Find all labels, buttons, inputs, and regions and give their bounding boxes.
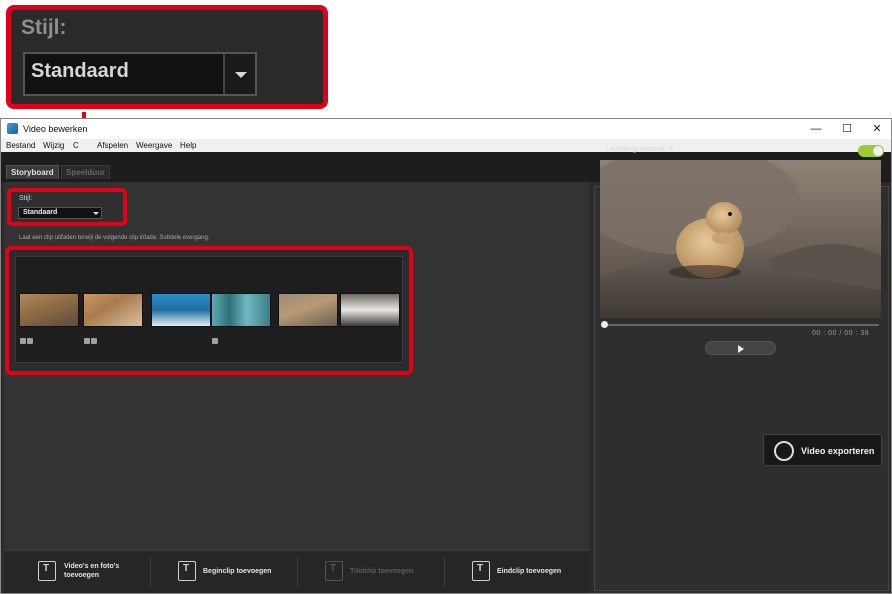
add-start-clip-button[interactable]: Beginclip toevoegen	[151, 551, 297, 593]
time-separator: /	[839, 330, 842, 337]
clip-thumbnail[interactable]	[278, 293, 338, 327]
clip-thumbnail[interactable]	[340, 293, 400, 327]
tab-speelduur[interactable]: Speelduur	[61, 165, 111, 179]
app-icon	[7, 123, 18, 134]
add-end-clip-label: Eindclip toevoegen	[497, 568, 562, 575]
seek-bar[interactable]	[604, 324, 879, 326]
film-icon	[84, 338, 90, 344]
clip-icons	[84, 331, 98, 344]
clip-icons	[212, 331, 219, 344]
time-current: 00 : 00	[812, 330, 837, 337]
clip-thumbnail[interactable]	[83, 293, 143, 327]
chevron-down-icon[interactable]	[93, 212, 99, 215]
transition-description: Laat een clip uitfaden terwijl de volgen…	[19, 235, 210, 241]
storyboard-highlight	[5, 246, 413, 375]
style-value: Standaard	[23, 209, 58, 216]
callout-chevron-down-icon[interactable]	[223, 54, 255, 94]
maximize-button[interactable]: ☐	[832, 121, 862, 137]
music-toggle[interactable]	[858, 145, 884, 157]
menu-bestand[interactable]: Bestand	[6, 141, 35, 150]
preview-image	[600, 160, 881, 318]
close-button[interactable]: ✕	[862, 121, 892, 137]
end-clip-icon	[472, 561, 490, 581]
bottom-action-bar: Video's en foto's toevoegen Beginclip to…	[4, 550, 589, 593]
film-icon	[20, 338, 26, 344]
export-icon	[774, 441, 794, 461]
film-icon	[212, 338, 218, 344]
callout-style-label: Stijl:	[21, 16, 67, 39]
style-callout-zoom: Stijl: Standaard	[6, 5, 328, 109]
menu-weergave[interactable]: Weergave	[136, 141, 172, 150]
menu-wijzig[interactable]: Wijzig	[43, 141, 64, 150]
add-title-clip-label: Titelclip toevoegen	[350, 568, 414, 575]
menu-bar: Bestand Wijzig C Afspelen Weergave Help	[1, 139, 891, 152]
callout-style-select[interactable]: Standaard	[23, 52, 257, 96]
style-label: Stijl:	[19, 195, 33, 202]
clip-thumbnail[interactable]	[151, 293, 211, 327]
add-start-clip-label: Beginclip toevoegen	[203, 568, 272, 575]
start-clip-icon	[178, 561, 196, 581]
menu-afspelen[interactable]: Afspelen	[97, 141, 128, 150]
background-music-label: ♪ Achtergr.muziek: 0	[605, 146, 673, 153]
add-end-clip-button[interactable]: Eindclip toevoegen	[445, 551, 589, 593]
style-selector-highlight: Stijl: Standaard	[7, 188, 127, 226]
photo-icon	[27, 338, 33, 344]
time-total: 00 : 38	[844, 330, 870, 337]
video-preview	[600, 160, 881, 318]
clip-icons	[20, 331, 34, 344]
add-media-label: Video's en foto's toevoegen	[64, 563, 120, 579]
menu-c[interactable]: C	[73, 141, 79, 150]
play-button[interactable]	[705, 341, 776, 355]
style-select[interactable]: Standaard	[18, 207, 102, 219]
clip-thumbnail[interactable]	[19, 293, 79, 327]
add-title-clip-button[interactable]: Titelclip toevoegen	[298, 551, 444, 593]
minimize-button[interactable]: —	[801, 121, 831, 137]
export-video-button[interactable]: Video exporteren	[763, 434, 882, 466]
add-media-button[interactable]: Video's en foto's toevoegen	[4, 551, 150, 593]
photo-icon	[91, 338, 97, 344]
seek-handle[interactable]	[601, 321, 608, 328]
storyboard-strip	[15, 256, 403, 363]
title-clip-icon	[325, 561, 343, 581]
playback-time: 00 : 00 / 00 : 38	[812, 330, 869, 337]
export-label: Video exporteren	[801, 446, 875, 456]
menu-help[interactable]: Help	[180, 141, 196, 150]
storyboard-pane	[4, 182, 589, 593]
window-title: Video bewerken	[23, 124, 88, 134]
music-label-text: Achtergr.muziek: 0	[610, 146, 673, 153]
add-media-icon	[38, 561, 56, 581]
tab-storyboard[interactable]: Storyboard	[6, 165, 59, 179]
callout-style-value: Standaard	[31, 60, 129, 82]
title-bar: Video bewerken — ☐ ✕	[1, 119, 891, 139]
clip-thumbnail[interactable]	[211, 293, 271, 327]
